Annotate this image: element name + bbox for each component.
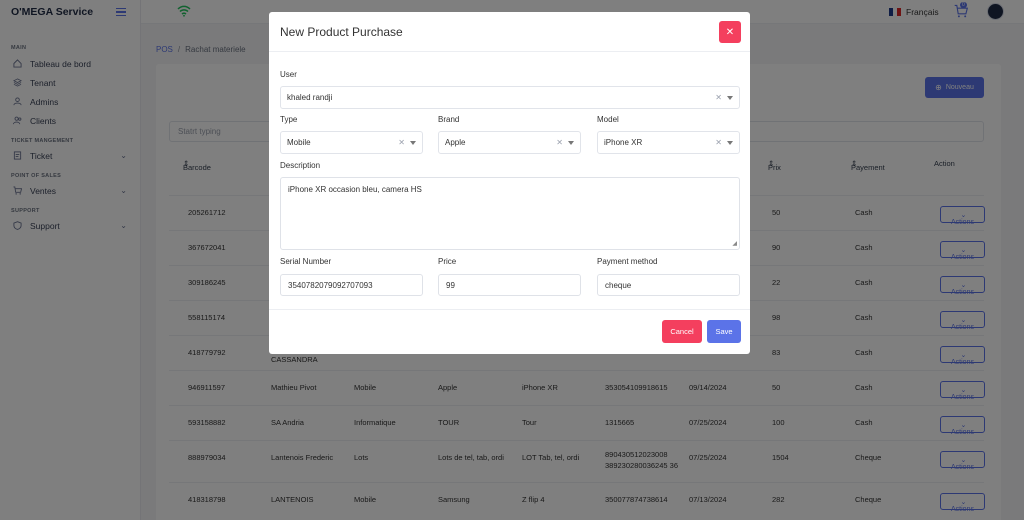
clear-icon[interactable]: ✕ (556, 138, 563, 147)
type-label: Type (280, 115, 298, 124)
payment-method-label: Payment method (597, 257, 658, 266)
user-select-value: khaled randji (287, 93, 333, 102)
modal-footer: Cancel Save (269, 309, 750, 354)
save-button[interactable]: Save (707, 320, 741, 343)
chevron-down-icon (568, 141, 574, 145)
serial-number-field[interactable]: 3540782079092707093 (280, 274, 423, 296)
close-button[interactable]: ✕ (719, 21, 741, 43)
modal-title: New Product Purchase (280, 25, 403, 39)
price-field[interactable]: 99 (438, 274, 581, 296)
resize-handle-icon[interactable]: ◢ (732, 240, 737, 247)
type-select[interactable]: Mobile ✕ (280, 131, 423, 154)
model-label: Model (597, 115, 619, 124)
user-label: User (280, 70, 297, 79)
close-icon: ✕ (725, 26, 735, 38)
clear-icon[interactable]: ✕ (715, 138, 722, 147)
chevron-down-icon (727, 141, 733, 145)
brand-select[interactable]: Apple ✕ (438, 131, 581, 154)
model-select[interactable]: iPhone XR ✕ (597, 131, 740, 154)
price-label: Price (438, 257, 457, 266)
new-product-purchase-modal: New Product Purchase ✕ User khaled randj… (269, 12, 750, 354)
modal-header: New Product Purchase ✕ (269, 12, 750, 52)
type-select-value: Mobile (287, 138, 311, 147)
user-select[interactable]: khaled randji ✕ (280, 86, 740, 109)
serial-number-label: Serial Number (280, 257, 332, 266)
chevron-down-icon (410, 141, 416, 145)
brand-select-value: Apple (445, 138, 466, 147)
description-textarea[interactable]: iPhone XR occasion bleu, camera HS ◢ (280, 177, 740, 250)
brand-label: Brand (438, 115, 460, 124)
clear-icon[interactable]: ✕ (715, 93, 722, 102)
clear-icon[interactable]: ✕ (398, 138, 405, 147)
payment-method-field[interactable]: cheque (597, 274, 740, 296)
model-select-value: iPhone XR (604, 138, 643, 147)
description-value: iPhone XR occasion bleu, camera HS (288, 185, 422, 194)
cancel-button[interactable]: Cancel (662, 320, 702, 343)
description-label: Description (280, 161, 321, 170)
chevron-down-icon (727, 96, 733, 100)
